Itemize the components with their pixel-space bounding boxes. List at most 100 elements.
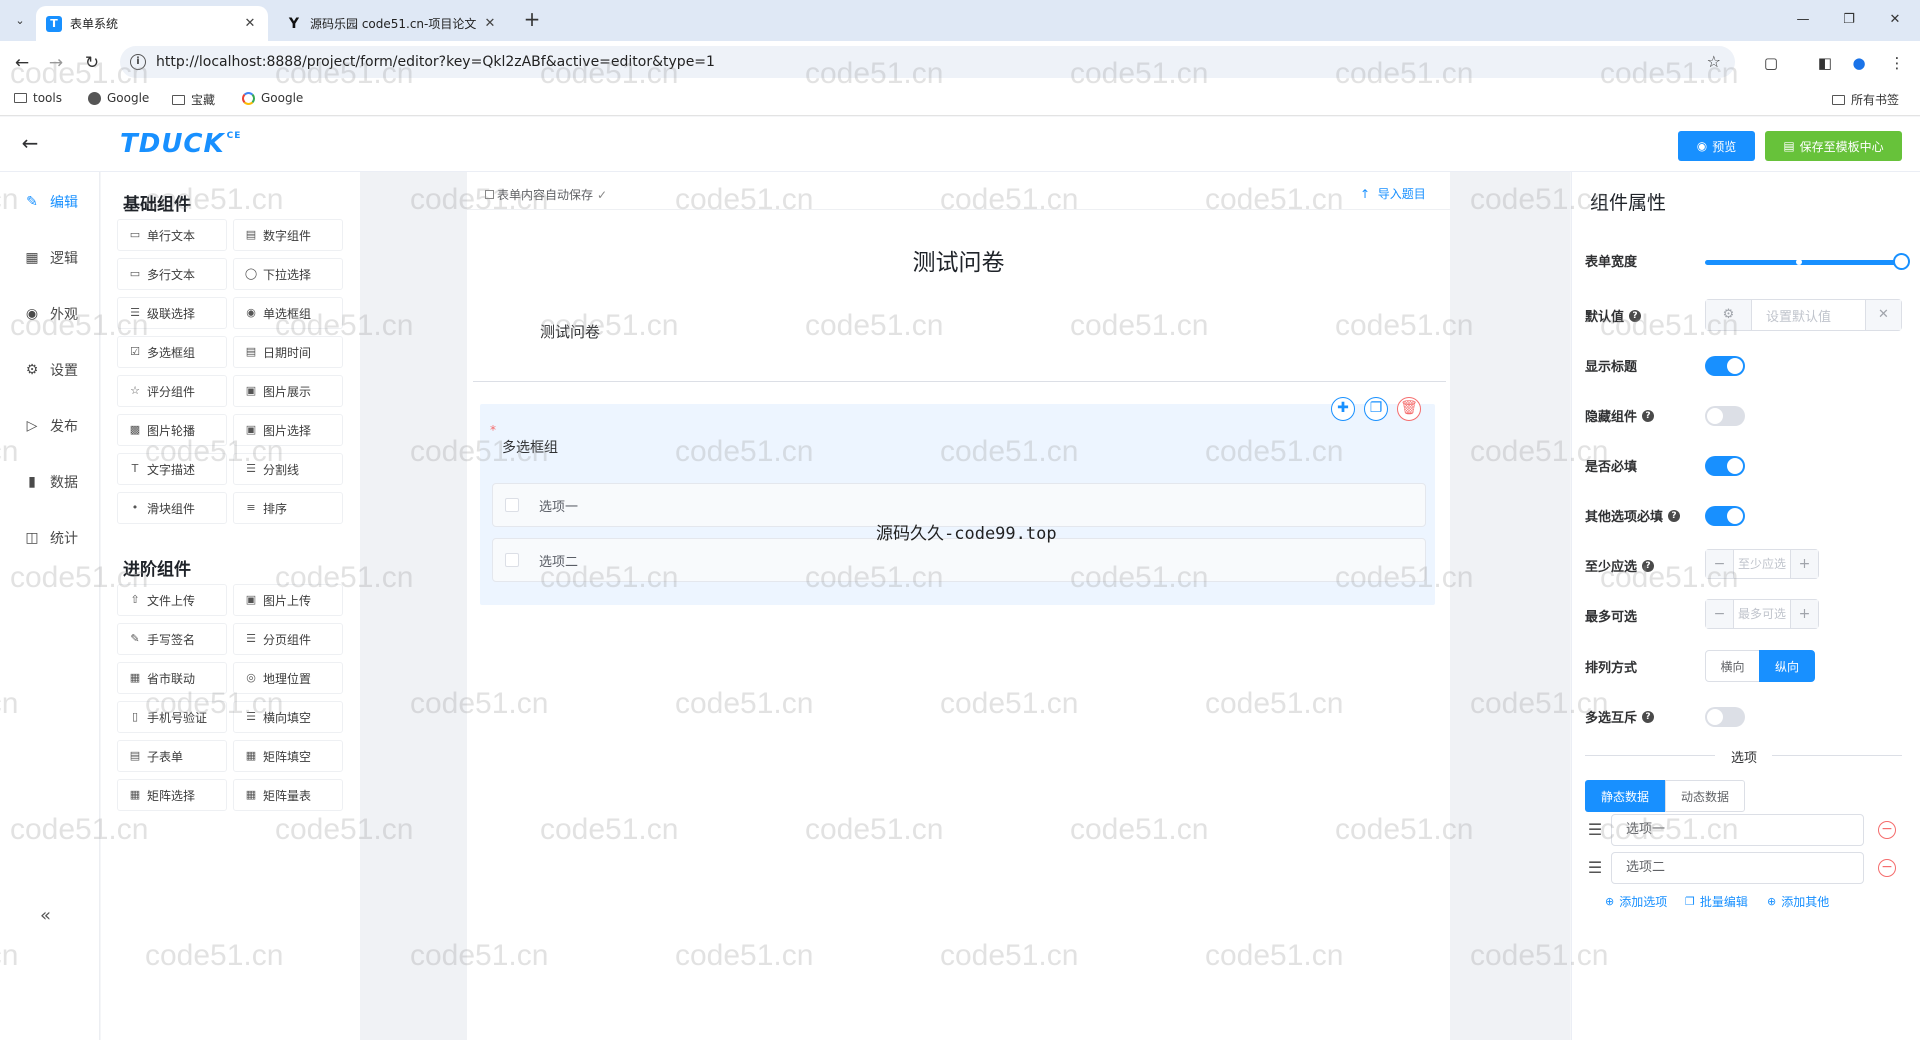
checkbox[interactable] <box>505 498 519 512</box>
palette-component[interactable]: ▭ 多行文本 <box>117 258 227 290</box>
form-title[interactable]: 测试问卷 <box>467 243 1450 277</box>
palette-component[interactable]: ⇧ 文件上传 <box>117 584 227 616</box>
bookmark-item[interactable]: 宝藏 <box>172 91 215 108</box>
palette-component[interactable]: ▣ 图片展示 <box>233 375 343 407</box>
close-icon[interactable]: ✕ <box>242 16 258 31</box>
add-field-icon[interactable]: ✚ <box>1331 397 1355 421</box>
restore-icon[interactable]: ❐ <box>1826 8 1872 32</box>
form-description[interactable]: 测试问卷 <box>540 321 600 342</box>
palette-component[interactable]: ☰ 分割线 <box>233 453 343 485</box>
window-close-icon[interactable]: ✕ <box>1872 8 1918 32</box>
palette-component[interactable]: ☰ 横向填空 <box>233 701 343 733</box>
palette-component[interactable]: ≡ 排序 <box>233 492 343 524</box>
bookmark-item[interactable]: Google <box>88 91 149 105</box>
palette-component[interactable]: ◯ 下拉选择 <box>233 258 343 290</box>
back-icon[interactable]: ← <box>10 51 34 75</box>
rail-item-appearance[interactable]: ◉ 外观 <box>24 304 78 324</box>
help-icon[interactable]: ? <box>1642 710 1655 723</box>
palette-component[interactable]: ▤ 数字组件 <box>233 219 343 251</box>
hide-component-toggle[interactable] <box>1705 406 1745 426</box>
show-title-toggle[interactable] <box>1705 356 1745 376</box>
browser-tab[interactable]: Y 源码乐园 code51.cn-项目论文 ✕ <box>276 6 508 41</box>
close-icon[interactable]: ✕ <box>482 16 498 31</box>
delete-field-icon[interactable]: 🗑 <box>1397 397 1421 421</box>
palette-component[interactable]: ▣ 图片上传 <box>233 584 343 616</box>
palette-component[interactable]: ▦ 矩阵量表 <box>233 779 343 811</box>
exclusive-toggle[interactable] <box>1705 707 1745 727</box>
palette-component[interactable]: ▦ 矩阵选择 <box>117 779 227 811</box>
plus-icon[interactable]: + <box>1790 600 1818 628</box>
menu-dots-icon[interactable]: ⋮ <box>1886 52 1908 74</box>
layout-vertical[interactable]: 纵向 <box>1759 650 1815 682</box>
clear-icon[interactable]: ✕ <box>1865 300 1901 330</box>
profile-icon[interactable]: ● <box>1848 52 1870 74</box>
drag-handle-icon[interactable]: ☰ <box>1585 860 1605 876</box>
max-select-stepper[interactable]: − 最多可选 + <box>1705 599 1819 629</box>
save-template-button[interactable]: ▤ 保存至模板中心 <box>1765 131 1902 161</box>
rail-item-edit[interactable]: ✎ 编辑 <box>24 192 78 212</box>
form-width-slider[interactable] <box>1705 260 1899 265</box>
add-option-link[interactable]: ⊕ 添加选项 <box>1605 893 1667 910</box>
minus-icon[interactable]: − <box>1706 600 1734 628</box>
gear-icon[interactable]: ⚙ <box>1706 300 1752 330</box>
browser-tab-active[interactable]: T 表单系统 ✕ <box>36 6 268 41</box>
palette-component[interactable]: ☰ 级联选择 <box>117 297 227 329</box>
preview-button[interactable]: ◉ 预览 <box>1678 131 1755 161</box>
help-icon[interactable]: ? <box>1642 409 1655 422</box>
checkbox-option[interactable]: 选项二 <box>492 538 1426 582</box>
rail-item-publish[interactable]: ▷ 发布 <box>24 416 78 436</box>
site-info-icon[interactable]: i <box>130 54 146 70</box>
palette-component[interactable]: • 滑块组件 <box>117 492 227 524</box>
back-arrow-icon[interactable]: ← <box>18 131 42 155</box>
remove-option-icon[interactable]: − <box>1878 821 1896 839</box>
option-value-input[interactable]: 选项一 <box>1611 814 1864 846</box>
help-icon[interactable]: ? <box>1668 509 1681 522</box>
palette-component[interactable]: ◎ 地理位置 <box>233 662 343 694</box>
palette-component[interactable]: ☰ 分页组件 <box>233 623 343 655</box>
rail-item-logic[interactable]: ▦ 逻辑 <box>24 248 78 268</box>
minimize-icon[interactable]: — <box>1780 8 1826 32</box>
palette-component[interactable]: ▤ 日期时间 <box>233 336 343 368</box>
all-bookmarks[interactable]: 所有书签 <box>1832 91 1899 108</box>
new-tab-button[interactable]: + <box>520 8 544 32</box>
layout-horizontal[interactable]: 横向 <box>1705 650 1760 682</box>
reload-icon[interactable]: ↻ <box>80 51 104 75</box>
palette-component[interactable]: ▣ 图片选择 <box>233 414 343 446</box>
palette-component[interactable]: ▦ 省市联动 <box>117 662 227 694</box>
address-bar[interactable]: i http://localhost:8888/project/form/edi… <box>120 46 1735 78</box>
side-panel-icon[interactable]: ◧ <box>1814 52 1836 74</box>
help-icon[interactable]: ? <box>1642 559 1655 572</box>
minus-icon[interactable]: − <box>1706 550 1734 578</box>
plus-icon[interactable]: + <box>1790 550 1818 578</box>
palette-component[interactable]: ▩ 图片轮播 <box>117 414 227 446</box>
copy-field-icon[interactable]: ❐ <box>1364 397 1388 421</box>
bookmark-item[interactable]: Google <box>242 91 303 105</box>
bookmark-star-icon[interactable]: ☆ <box>1707 52 1721 71</box>
drag-handle-icon[interactable]: ☰ <box>1585 822 1605 838</box>
palette-component[interactable]: T 文字描述 <box>117 453 227 485</box>
add-other-link[interactable]: ⊕ 添加其他 <box>1767 893 1829 910</box>
palette-component[interactable]: ☑ 多选框组 <box>117 336 227 368</box>
forward-icon[interactable]: → <box>44 51 68 75</box>
palette-component[interactable]: ▭ 单行文本 <box>117 219 227 251</box>
other-required-toggle[interactable] <box>1705 506 1745 526</box>
palette-component[interactable]: ▤ 子表单 <box>117 740 227 772</box>
checkbox[interactable] <box>505 553 519 567</box>
dynamic-data-tab[interactable]: 动态数据 <box>1665 780 1745 812</box>
collapse-icon[interactable]: « <box>40 905 51 926</box>
bookmark-item[interactable]: tools <box>14 91 62 105</box>
min-select-stepper[interactable]: − 至少应选 + <box>1705 549 1819 579</box>
slider-handle[interactable] <box>1893 253 1910 270</box>
default-value-input[interactable]: ⚙ 设置默认值 ✕ <box>1705 299 1902 331</box>
static-data-tab[interactable]: 静态数据 <box>1585 780 1665 812</box>
remove-option-icon[interactable]: − <box>1878 859 1896 877</box>
rail-item-settings[interactable]: ⚙ 设置 <box>24 360 78 380</box>
rail-item-stats[interactable]: ◫ 统计 <box>24 528 78 548</box>
import-questions-link[interactable]: ↑ 导入题目 <box>1360 185 1426 202</box>
option-value-input[interactable]: 选项二 <box>1611 852 1864 884</box>
extensions-icon[interactable]: ▢ <box>1760 52 1782 74</box>
palette-component[interactable]: ▯ 手机号验证 <box>117 701 227 733</box>
palette-component[interactable]: ☆ 评分组件 <box>117 375 227 407</box>
palette-component[interactable]: ▦ 矩阵填空 <box>233 740 343 772</box>
help-icon[interactable]: ? <box>1629 309 1642 322</box>
